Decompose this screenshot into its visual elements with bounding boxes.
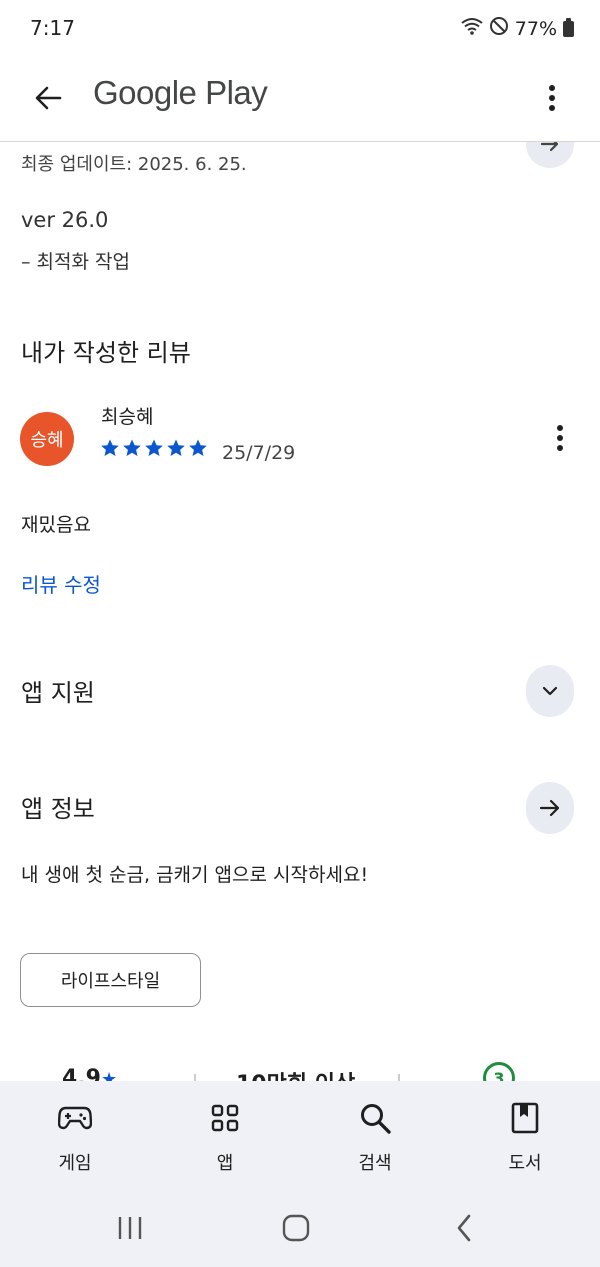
bottom-nav: 게임 앱 검색 도서: [0, 1081, 600, 1189]
nav-label-apps: 앱: [216, 1153, 234, 1174]
home-icon: [282, 1214, 310, 1242]
nav-label-search: 검색: [358, 1153, 392, 1174]
nav-item-books[interactable]: 도서: [450, 1081, 600, 1189]
app-bar: Google Play: [0, 56, 600, 142]
avatar: 승혜: [20, 412, 74, 466]
version-text: ver 26.0: [21, 208, 109, 232]
app-info-heading: 앱 정보: [21, 795, 95, 823]
app-support-expand-button[interactable]: [526, 665, 574, 717]
battery-icon: [563, 17, 574, 37]
recent-apps-icon: [118, 1217, 142, 1239]
review-more-button[interactable]: [545, 420, 575, 456]
star-icon: [123, 439, 141, 456]
status-bar: 7:17 77%: [0, 0, 600, 56]
app-info-arrow-button[interactable]: [526, 782, 574, 834]
app-description: 내 생애 첫 순금, 금캐기 앱으로 시작하세요!: [21, 864, 369, 886]
review-text: 재밌음요: [21, 514, 91, 536]
arrow-back-icon: [35, 86, 62, 110]
arrow-forward-icon: [539, 799, 560, 817]
more-vert-icon: [557, 425, 563, 451]
category-chip[interactable]: 라이프스타일: [20, 953, 201, 1007]
nav-label-books: 도서: [508, 1153, 542, 1174]
back-button[interactable]: [26, 76, 70, 120]
star-icon: [189, 439, 207, 456]
app-title: Google Play: [93, 74, 268, 111]
battery-percent: 77%: [514, 17, 557, 40]
nav-item-apps[interactable]: 앱: [150, 1081, 300, 1189]
review-date: 25/7/29: [222, 442, 296, 464]
edit-review-link[interactable]: 리뷰 수정: [21, 569, 101, 598]
app-support-heading: 앱 지원: [21, 679, 95, 707]
star-rating: [100, 438, 208, 458]
more-options-button[interactable]: [532, 78, 572, 118]
chevron-down-icon: [542, 686, 558, 696]
star-icon: [167, 439, 185, 456]
star-icon: [145, 439, 163, 456]
apps-grid-icon: [208, 1101, 242, 1135]
system-back-button[interactable]: [444, 1211, 484, 1245]
reviewer-name: 최승혜: [101, 406, 154, 428]
wifi-icon: [461, 17, 483, 40]
nav-item-search[interactable]: 검색: [300, 1081, 450, 1189]
more-vert-icon: [549, 85, 555, 111]
recent-apps-button[interactable]: [110, 1211, 150, 1245]
my-review-heading: 내가 작성한 리뷰: [21, 339, 191, 367]
nav-item-games[interactable]: 게임: [0, 1081, 150, 1189]
release-note-text: – 최적화 작업: [21, 251, 130, 273]
search-icon: [358, 1101, 392, 1135]
nav-label-games: 게임: [58, 1153, 92, 1174]
book-icon: [508, 1101, 542, 1135]
last-updated-text: 최종 업데이트: 2025. 6. 25.: [21, 154, 247, 175]
status-indicators: 77%: [461, 16, 574, 41]
status-time: 7:17: [30, 16, 75, 40]
gamepad-icon: [58, 1101, 92, 1135]
chevron-left-icon: [457, 1214, 471, 1242]
system-nav-bar: [0, 1189, 600, 1267]
do-not-disturb-icon: [489, 16, 509, 41]
star-icon: [101, 439, 119, 456]
home-button[interactable]: [276, 1211, 316, 1245]
